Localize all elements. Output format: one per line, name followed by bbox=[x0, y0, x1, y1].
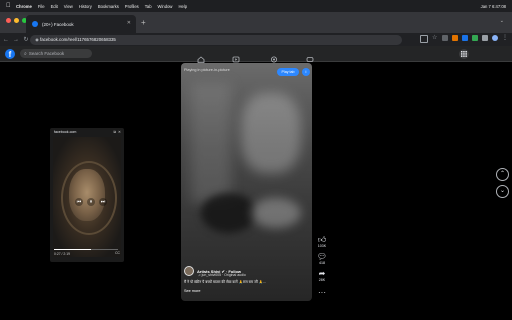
pip-time: 0:27 / 2:19 bbox=[54, 252, 71, 256]
window-controls bbox=[6, 18, 27, 23]
audio-attribution[interactable]: ♫ jun_shivi005 · Original audio bbox=[198, 273, 246, 277]
tab-facebook[interactable]: (20+) Facebook ✕ bbox=[26, 15, 136, 33]
play-tab-button[interactable]: Play tab bbox=[277, 68, 299, 76]
home-icon[interactable] bbox=[197, 50, 205, 63]
previous-reel-button[interactable]: ⌃ bbox=[496, 168, 509, 181]
extension-icon-3[interactable] bbox=[462, 35, 468, 41]
comment-count: 418 bbox=[319, 261, 325, 265]
pip-previous-icon[interactable]: ⏮ bbox=[75, 198, 83, 206]
install-icon[interactable] bbox=[420, 35, 428, 43]
extension-icon[interactable] bbox=[442, 35, 448, 41]
tab-search-icon[interactable]: ⌄ bbox=[500, 18, 504, 24]
pip-window-controls: ⧉ ✕ bbox=[113, 130, 121, 134]
address-bar[interactable]: ◉ facebook.com/reel/1176576820658335 bbox=[30, 34, 402, 45]
macos-menu-bar:  Chrome File Edit View History Bookmark… bbox=[0, 0, 512, 12]
menubar-clock[interactable]: Jan 7 6:47:08 bbox=[481, 0, 506, 12]
menu-bookmarks[interactable]: Bookmarks bbox=[98, 4, 119, 9]
next-reel-button[interactable]: ⌄ bbox=[496, 185, 509, 198]
like-icon[interactable]: 👍︎ bbox=[315, 235, 329, 244]
tab-title: (20+) Facebook bbox=[42, 21, 74, 27]
search-icon: ⌕ bbox=[24, 50, 27, 57]
url-text: facebook.com/reel/1176576820658335 bbox=[40, 37, 116, 42]
puzzle-icon[interactable] bbox=[482, 35, 488, 41]
menu-view[interactable]: View bbox=[64, 4, 73, 9]
profile-avatar[interactable] bbox=[492, 35, 498, 41]
facebook-favicon-icon bbox=[32, 21, 38, 27]
menu-edit[interactable]: Edit bbox=[51, 4, 58, 9]
like-action[interactable]: 👍︎ 103K bbox=[315, 235, 329, 248]
chrome-menu-icon[interactable]: ⋮ bbox=[502, 35, 508, 41]
search-placeholder: Search Facebook bbox=[28, 51, 65, 56]
chevron-down-icon: ⌄ bbox=[499, 188, 506, 194]
pip-playback-controls: ⏮ ⏸ ⏭ bbox=[75, 198, 107, 206]
tab-strip: (20+) Facebook ✕ + ⌄ bbox=[0, 12, 512, 33]
apple-icon[interactable]:  bbox=[6, 3, 11, 9]
pip-notice: Playing in picture-in-picture bbox=[184, 68, 230, 72]
pip-progress-fill bbox=[54, 249, 92, 250]
menu-file[interactable]: File bbox=[38, 4, 45, 9]
menu-window[interactable]: Window bbox=[158, 4, 173, 9]
bookmark-star-icon[interactable]: ☆ bbox=[432, 35, 438, 41]
reel-caption: मैं ने पो स्क्रीन पै बच्चों मातरा की सेव… bbox=[184, 280, 267, 284]
extension-icon-4[interactable] bbox=[472, 35, 478, 41]
pip-progress-bar[interactable] bbox=[54, 249, 118, 250]
marketplace-icon[interactable] bbox=[270, 50, 278, 63]
menu-grid-icon[interactable] bbox=[459, 49, 469, 59]
toolbar-icons: ☆ ⋮ bbox=[420, 35, 508, 43]
pip-back-to-tab-icon[interactable]: ⧉ bbox=[113, 130, 116, 134]
chevron-up-icon: ⌃ bbox=[499, 171, 506, 177]
see-more-link[interactable]: See more bbox=[184, 289, 200, 293]
pip-next-icon[interactable]: ⏭ bbox=[99, 198, 107, 206]
menu-history[interactable]: History bbox=[79, 4, 92, 9]
more-options-icon[interactable]: ··· bbox=[315, 288, 329, 297]
reel-frame-wall bbox=[191, 83, 231, 203]
gaming-icon[interactable] bbox=[306, 50, 314, 62]
close-tab-icon[interactable]: ✕ bbox=[127, 20, 131, 26]
facebook-header: f ⌕ Search Facebook bbox=[0, 46, 512, 63]
menu-profiles[interactable]: Profiles bbox=[125, 4, 139, 9]
reel-frame-subject bbox=[201, 193, 256, 233]
facebook-logo-icon[interactable]: f bbox=[5, 49, 15, 59]
video-icon[interactable] bbox=[232, 50, 240, 63]
share-icon[interactable]: ➦ bbox=[315, 269, 329, 278]
browser-toolbar: ← → ↻ ◉ facebook.com/reel/11765768206583… bbox=[0, 33, 512, 46]
extension-icon-2[interactable] bbox=[452, 35, 458, 41]
reel-frame-cloth bbox=[251, 198, 301, 228]
menu-tab[interactable]: Tab bbox=[145, 4, 152, 9]
search-input[interactable]: ⌕ Search Facebook bbox=[20, 49, 92, 58]
pip-video-figure bbox=[69, 169, 105, 221]
menu-help[interactable]: Help bbox=[178, 4, 187, 9]
reel-frame-light bbox=[241, 93, 301, 173]
share-action[interactable]: ➦ 28K bbox=[315, 269, 329, 282]
back-icon[interactable]: ← bbox=[2, 37, 10, 43]
comment-icon[interactable]: 💬︎ bbox=[315, 252, 329, 261]
pip-video[interactable]: ⏮ ⏸ ⏭ bbox=[53, 137, 121, 257]
comment-action[interactable]: 💬︎ 418 bbox=[315, 252, 329, 265]
close-window-button[interactable] bbox=[6, 18, 11, 23]
minimize-window-button[interactable] bbox=[14, 18, 19, 23]
pip-pause-icon[interactable]: ⏸ bbox=[87, 198, 95, 206]
new-tab-icon[interactable]: + bbox=[141, 18, 146, 27]
avatar[interactable] bbox=[184, 266, 194, 276]
pip-title: facebook.com bbox=[54, 130, 77, 134]
forward-icon[interactable]: → bbox=[12, 37, 20, 43]
menu-app-name[interactable]: Chrome bbox=[16, 4, 32, 9]
info-icon[interactable]: i bbox=[302, 68, 310, 76]
like-count: 103K bbox=[317, 244, 327, 248]
pip-captions-icon[interactable]: CC bbox=[115, 251, 120, 255]
pip-close-icon[interactable]: ✕ bbox=[118, 130, 121, 134]
reload-icon[interactable]: ↻ bbox=[22, 36, 30, 43]
reel-video[interactable]: Playing in picture-in-picture Play tab i… bbox=[181, 63, 312, 301]
share-count: 28K bbox=[318, 278, 326, 282]
picture-in-picture-window[interactable]: facebook.com ⧉ ✕ ⏮ ⏸ ⏭ 0:27 / 2:19 CC bbox=[50, 128, 124, 262]
